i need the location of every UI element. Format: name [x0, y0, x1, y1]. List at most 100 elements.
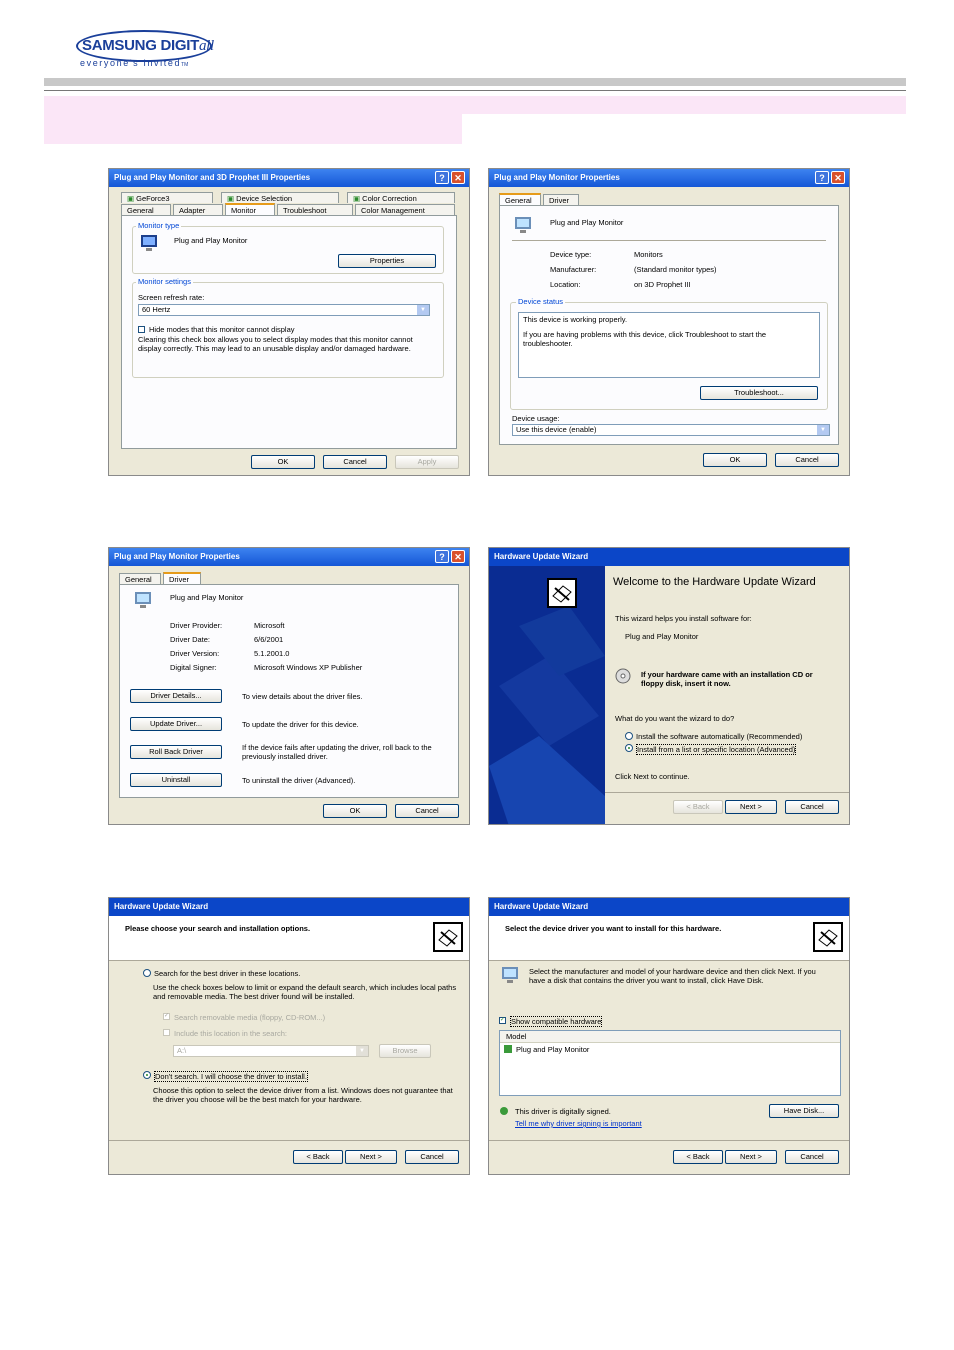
hide-modes-description: Clearing this check box allows you to se…: [138, 335, 413, 353]
tab-color-management[interactable]: Color Management: [355, 204, 455, 215]
hide-modes-checkbox[interactable]: [138, 326, 145, 333]
install-list-radio[interactable]: [625, 744, 633, 752]
browse-button[interactable]: Browse: [379, 1044, 431, 1058]
help-icon[interactable]: ?: [435, 171, 449, 184]
uninstall-desc: To uninstall the driver (Advanced).: [242, 776, 356, 785]
have-disk-button[interactable]: Have Disk...: [769, 1104, 839, 1118]
device-type-value: Monitors: [634, 250, 663, 259]
show-compatible-label: Show compatible hardware: [510, 1016, 603, 1027]
digital-signer-value: Microsoft Windows XP Publisher: [254, 663, 363, 672]
close-icon[interactable]: ✕: [451, 171, 465, 184]
dont-search-radio[interactable]: [143, 1071, 151, 1079]
back-button[interactable]: < Back: [673, 800, 723, 814]
cancel-button[interactable]: Cancel: [395, 804, 459, 818]
location-path-select[interactable]: A:\ ▼: [173, 1045, 369, 1057]
model-header-label: Model: [506, 1032, 527, 1041]
back-button[interactable]: < Back: [673, 1150, 723, 1164]
driver-details-button[interactable]: Driver Details...: [130, 689, 222, 703]
show-compatible-checkbox[interactable]: ✓: [499, 1017, 506, 1024]
properties-button[interactable]: Properties: [338, 254, 436, 268]
tab-color-correction[interactable]: ▣ Color Correction: [347, 192, 455, 203]
update-driver-desc: To update the driver for this device.: [242, 720, 359, 729]
tab-general[interactable]: General: [121, 204, 171, 215]
cancel-button[interactable]: Cancel: [785, 800, 839, 814]
tab-geforce3[interactable]: ▣ GeForce3: [121, 192, 213, 203]
tab-troubleshoot[interactable]: Troubleshoot: [277, 204, 353, 215]
help-icon[interactable]: ?: [435, 550, 449, 563]
hide-modes-label: Hide modes that this monitor cannot disp…: [149, 325, 295, 334]
window-title: Plug and Play Monitor Properties: [489, 169, 849, 187]
driver-provider-value: Microsoft: [254, 621, 285, 630]
device-status-text: This device is working properly. If you …: [518, 312, 820, 378]
cancel-button[interactable]: Cancel: [323, 455, 387, 469]
search-removable-checkbox[interactable]: ✓: [163, 1013, 170, 1020]
device-usage-label: Device usage:: [512, 414, 560, 423]
cancel-button[interactable]: Cancel: [405, 1150, 459, 1164]
ok-button[interactable]: OK: [703, 453, 767, 467]
next-button[interactable]: Next >: [725, 800, 777, 814]
cancel-button[interactable]: Cancel: [775, 453, 839, 467]
device-usage-select[interactable]: Use this device (enable) ▼: [512, 424, 830, 436]
tab-general[interactable]: General: [119, 573, 161, 584]
device-name: Plug and Play Monitor: [170, 593, 244, 602]
install-auto-radio[interactable]: [625, 732, 633, 740]
window-title: Hardware Update Wizard: [489, 898, 849, 916]
wizard-header: Please choose your search and installati…: [109, 916, 469, 961]
uninstall-button[interactable]: Uninstall: [130, 773, 222, 787]
ok-button[interactable]: OK: [251, 455, 315, 469]
tab-driver[interactable]: Driver: [163, 572, 201, 584]
help-icon[interactable]: ?: [815, 171, 829, 184]
chevron-down-icon: ▼: [817, 425, 829, 435]
model-list-item[interactable]: Plug and Play Monitor: [516, 1045, 589, 1054]
monitor-type-label: Monitor type: [136, 221, 182, 230]
digital-signer-label: Digital Signer:: [170, 663, 217, 672]
logo-tagline: everyone's InvitedTM: [80, 58, 189, 68]
window-title: Hardware Update Wizard: [489, 548, 849, 566]
window-title: Plug and Play Monitor Properties: [109, 548, 469, 566]
wizard-heading: Welcome to the Hardware Update Wizard: [613, 576, 816, 588]
next-button[interactable]: Next >: [345, 1150, 397, 1164]
wizard-header: Select the device driver you want to ins…: [489, 916, 849, 961]
search-removable-label: Search removable media (floppy, CD-ROM..…: [174, 1013, 326, 1022]
install-list-label: Install from a list or specific location…: [636, 744, 797, 755]
manufacturer-label: Manufacturer:: [550, 265, 597, 274]
update-driver-button[interactable]: Update Driver...: [130, 717, 222, 731]
driver-date-value: 6/6/2001: [254, 635, 284, 644]
section-banner-tab: [44, 114, 462, 144]
chevron-down-icon: ▼: [417, 305, 429, 315]
wizard-question: What do you want the wizard to do?: [615, 714, 735, 723]
back-button[interactable]: < Back: [293, 1150, 343, 1164]
tab-driver[interactable]: Driver: [543, 194, 579, 205]
next-button[interactable]: Next >: [725, 1150, 777, 1164]
ok-button[interactable]: OK: [323, 804, 387, 818]
model-list[interactable]: Model Plug and Play Monitor: [499, 1030, 841, 1096]
status-line-1: This device is working properly.: [523, 315, 628, 324]
location-label: Location:: [550, 280, 581, 289]
tab-panel: Plug and Play Monitor Device type: Monit…: [499, 205, 839, 445]
apply-button[interactable]: Apply: [395, 455, 459, 469]
search-option-label: Search for the best driver in these loca…: [154, 969, 301, 978]
search-radio[interactable]: [143, 969, 151, 977]
driver-version-label: Driver Version:: [170, 649, 220, 658]
close-icon[interactable]: ✕: [831, 171, 845, 184]
hardware-icon: [547, 578, 577, 608]
refresh-rate-label: Screen refresh rate:: [138, 293, 205, 302]
tab-monitor[interactable]: Monitor: [225, 203, 275, 215]
roll-back-driver-button[interactable]: Roll Back Driver: [130, 745, 222, 759]
driver-details-desc: To view details about the driver files.: [242, 692, 363, 701]
driver-signing-link[interactable]: Tell me why driver signing is important: [515, 1119, 642, 1128]
tab-device-selection[interactable]: ▣ Device Selection: [221, 192, 339, 203]
window-title: Hardware Update Wizard: [109, 898, 469, 916]
install-auto-label: Install the software automatically (Reco…: [636, 732, 803, 741]
tab-adapter[interactable]: Adapter: [173, 204, 223, 215]
wizard-continue: Click Next to continue.: [615, 772, 690, 781]
cd-icon: [615, 668, 631, 684]
close-icon[interactable]: ✕: [451, 550, 465, 563]
samsung-logo: SAMSUNG DIGITall everyone's InvitedTM: [76, 26, 216, 72]
include-location-checkbox[interactable]: [163, 1029, 170, 1036]
cancel-button[interactable]: Cancel: [785, 1150, 839, 1164]
wizard-cd-note: If your hardware came with an installati…: [641, 670, 813, 688]
troubleshoot-button[interactable]: Troubleshoot...: [700, 386, 818, 400]
refresh-rate-select[interactable]: 60 Hertz ▼: [138, 304, 430, 316]
tab-general[interactable]: General: [499, 193, 541, 205]
